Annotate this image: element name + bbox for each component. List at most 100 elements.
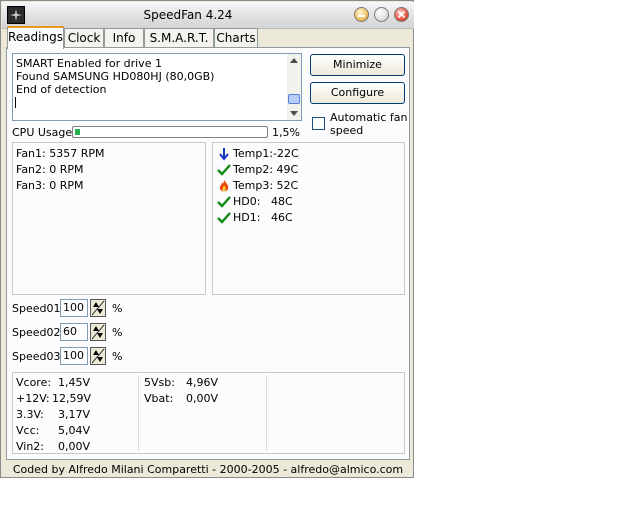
temp-name: Temp3: (233, 179, 274, 192)
tab-label: S.M.A.R.T. (149, 31, 209, 45)
temp-value: 46C (271, 211, 293, 224)
speed03-spinner[interactable] (90, 347, 106, 365)
speed01-spinner[interactable] (90, 299, 106, 317)
temp-name: Temp1: (233, 147, 274, 160)
fan-reading: Fan2: 0 RPM (16, 163, 84, 176)
cpu-usage-value: 1,5% (272, 126, 300, 139)
speed01-label: Speed01: (12, 302, 65, 315)
fan-name: Fan2: (16, 163, 46, 176)
tab-info[interactable]: Info (104, 28, 144, 48)
voltage-readings-group: Vcore: 1,45V +12V: 12,59V 3.3V: 3,17V Vcc: 5… (12, 372, 405, 454)
voltage-column-divider (266, 375, 267, 451)
voltage-name: Vcc: (16, 424, 40, 437)
speed02-label: Speed02: (12, 326, 65, 339)
cpu-usage-bar-fill (75, 129, 80, 135)
speedfan-window: SpeedFan 4.24 Readings Clock Info S.M.A.… (0, 0, 414, 478)
configure-button[interactable]: Configure (310, 82, 405, 104)
speed01-unit: % (112, 302, 123, 315)
fan-name: Fan3: (16, 179, 46, 192)
voltage-value: 12,59V (52, 392, 92, 405)
speed03-unit: % (112, 350, 123, 363)
fan-readings-group: Fan1: 5357 RPM Fan2: 0 RPM Fan3: 0 RPM (12, 142, 206, 295)
check-icon (217, 195, 231, 209)
tab-charts[interactable]: Charts (214, 28, 258, 48)
log-line: End of detection (16, 83, 107, 96)
flame-icon (217, 179, 231, 193)
cpu-usage-label: CPU Usage (12, 126, 73, 139)
tab-label: Info (112, 31, 136, 45)
log-scrollbar[interactable] (287, 54, 301, 120)
temp-reading: HD1: 46C (233, 211, 293, 224)
voltage-value: 0,00V (58, 440, 91, 453)
temp-reading: HD0: 48C (233, 195, 293, 208)
tab-label: Readings (8, 30, 63, 44)
temp-value: -22C (273, 147, 299, 160)
voltage-value: 3,17V (58, 408, 91, 421)
cpu-usage-bar (72, 126, 268, 138)
auto-fan-label-line: speed (330, 124, 364, 137)
voltage-reading: 5Vsb: 4,96V (144, 376, 218, 389)
voltage-reading: +12V: 12,59V (16, 392, 91, 405)
voltage-reading: Vcc: 5,04V (16, 424, 90, 437)
voltage-reading: Vcore: 1,45V (16, 376, 90, 389)
temp-value: 48C (271, 195, 293, 208)
tab-clock[interactable]: Clock (64, 28, 104, 48)
voltage-value: 4,96V (186, 376, 219, 389)
maximize-window-button[interactable] (374, 7, 389, 22)
temp-name: Temp2: (233, 163, 274, 176)
close-window-button[interactable] (394, 7, 409, 22)
scroll-up-arrow-icon[interactable] (287, 54, 301, 68)
temp-reading: Temp3: 52C (233, 179, 298, 192)
automatic-fan-speed-checkbox[interactable] (312, 117, 325, 130)
speed01-input[interactable]: 100 (60, 299, 88, 317)
voltage-name: Vin2: (16, 440, 45, 453)
scroll-down-arrow-icon[interactable] (287, 106, 301, 120)
voltage-name: 5Vsb: (144, 376, 175, 389)
voltage-reading: Vbat: 0,00V (144, 392, 218, 405)
log-line: SMART Enabled for drive 1 (16, 57, 162, 70)
fan-reading: Fan3: 0 RPM (16, 179, 84, 192)
temp-value: 52C (276, 179, 299, 192)
check-icon (217, 211, 231, 225)
voltage-column-divider (138, 375, 139, 451)
credits-footer: Coded by Alfredo Milani Comparetti - 200… (12, 463, 404, 476)
check-icon (217, 163, 231, 177)
speed03-input[interactable]: 100 (60, 347, 88, 365)
temp-name: HD0: (233, 195, 261, 208)
title-bar[interactable]: SpeedFan 4.24 (2, 2, 414, 29)
temperature-readings-group: Temp1:-22C Temp2: 49C Temp3: 52C HD0: 48C… (212, 142, 405, 295)
speed02-spinner[interactable] (90, 323, 106, 341)
window-title: SpeedFan 4.24 (143, 8, 233, 22)
fan-reading: Fan1: 5357 RPM (16, 147, 105, 160)
speed02-input[interactable]: 60 (60, 323, 88, 341)
minimize-window-button[interactable] (354, 7, 369, 22)
voltage-value: 1,45V (58, 376, 91, 389)
voltage-name: +12V: (16, 392, 50, 405)
temp-value: 49C (276, 163, 299, 176)
speed02-unit: % (112, 326, 123, 339)
tab-label: Charts (216, 31, 256, 45)
fan-name: Fan1: (16, 147, 46, 160)
tab-smart[interactable]: S.M.A.R.T. (144, 28, 214, 48)
voltage-name: 3.3V: (16, 408, 44, 421)
text-caret (15, 97, 16, 108)
voltage-name: Vcore: (16, 376, 52, 389)
fan-value: 5357 RPM (49, 147, 105, 160)
automatic-fan-speed-label[interactable]: Automatic fan speed (330, 111, 408, 137)
voltage-value: 5,04V (58, 424, 91, 437)
tab-readings[interactable]: Readings (7, 26, 64, 49)
tab-label: Clock (67, 31, 101, 45)
voltage-value: 0,00V (186, 392, 219, 405)
log-line: Found SAMSUNG HD080HJ (80,0GB) (16, 70, 215, 83)
minimize-button[interactable]: Minimize (310, 54, 405, 76)
arrow-down-icon (217, 147, 231, 161)
fan-value: 0 RPM (49, 179, 84, 192)
scroll-thumb[interactable] (288, 94, 300, 104)
detection-log[interactable]: SMART Enabled for drive 1 Found SAMSUNG … (12, 53, 302, 121)
voltage-reading: 3.3V: 3,17V (16, 408, 90, 421)
temp-reading: Temp1:-22C (233, 147, 299, 160)
auto-fan-label-line: Automatic fan (330, 111, 408, 124)
voltage-name: Vbat: (144, 392, 174, 405)
fan-value: 0 RPM (49, 163, 84, 176)
speed03-label: Speed03: (12, 350, 65, 363)
